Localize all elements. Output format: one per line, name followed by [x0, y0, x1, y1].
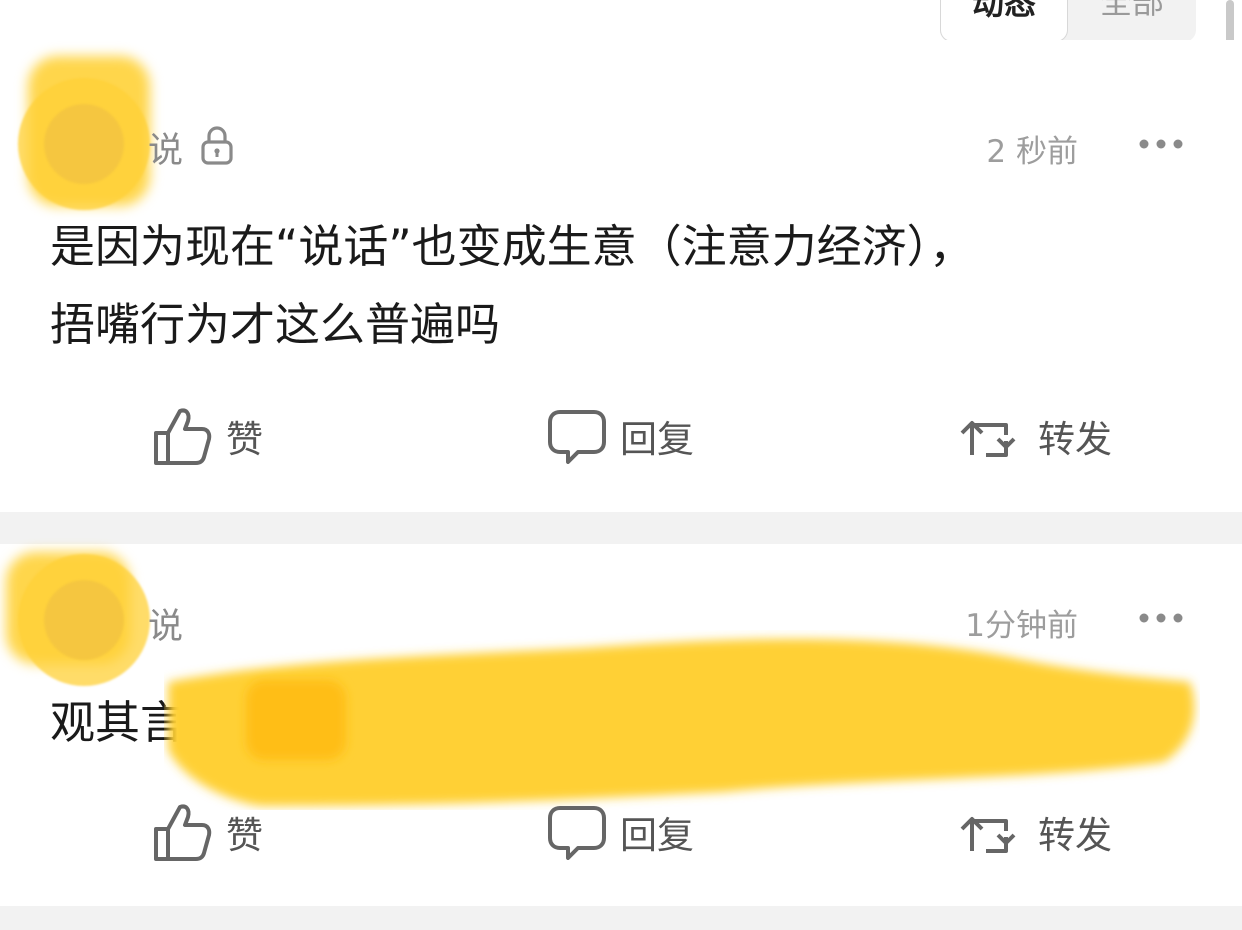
post-divider: [0, 512, 1242, 544]
post-content-obscured: 观其行和求同存异都化成历史灰烬了吗: [185, 696, 951, 749]
more-options-icon[interactable]: [1138, 611, 1184, 625]
post-content-visible: 观其言: [50, 696, 186, 749]
thumbs-up-icon: [154, 408, 212, 465]
post-divider: [0, 906, 1242, 930]
post-content-line: 是因为现在“说话”也变成生意（注意力经济），: [50, 220, 975, 273]
more-options-icon[interactable]: [1138, 137, 1184, 151]
repost-button[interactable]: 转发: [956, 792, 1112, 872]
post-content: 观其言观其行和求同存异都化成历史灰烬了吗: [50, 684, 1200, 762]
like-button[interactable]: 赞: [152, 396, 263, 476]
post-actions: 赞 回复 转发: [0, 396, 1242, 476]
repost-button[interactable]: 转发: [956, 396, 1112, 476]
repost-label: 转发: [1038, 418, 1112, 461]
post-content: 是因为现在“说话”也变成生意（注意力经济）， 捂嘴行为才这么普遍吗: [50, 208, 1200, 364]
comment-icon: [548, 806, 606, 860]
feed-filter-toggle: 动态 全部: [940, 0, 1196, 42]
comment-icon: [548, 410, 606, 464]
tab-all[interactable]: 全部: [1068, 0, 1196, 40]
thumbs-up-icon: [154, 804, 212, 861]
tab-dynamic[interactable]: 动态: [940, 0, 1068, 42]
username[interactable]: 说: [148, 122, 183, 173]
post-timestamp: 2 秒前: [986, 134, 1078, 170]
post-card[interactable]: 说 2 秒前 是因为现在“说话”也变成生意（注意力经济）， 捂嘴行为才这么普遍吗…: [0, 40, 1242, 512]
reply-button[interactable]: 回复: [548, 792, 694, 872]
avatar[interactable]: [44, 104, 124, 184]
repost-icon: [960, 421, 1016, 457]
reply-button[interactable]: 回复: [548, 396, 694, 476]
post-timestamp: 1分钟前: [965, 608, 1078, 644]
reply-label: 回复: [620, 418, 694, 461]
lock-icon: [201, 126, 233, 165]
repost-label: 转发: [1038, 814, 1112, 857]
post-card[interactable]: 说 1分钟前 观其言观其行和求同存异都化成历史灰烬了吗 赞 回复 转发: [0, 544, 1242, 906]
reply-label: 回复: [620, 814, 694, 857]
username[interactable]: 说: [148, 598, 183, 649]
repost-icon: [960, 817, 1016, 853]
like-button[interactable]: 赞: [152, 792, 263, 872]
post-actions: 赞 回复 转发: [0, 792, 1242, 872]
avatar[interactable]: [44, 580, 124, 660]
feed-page: 动态 全部 说 2 秒前 是因为现在“说话”也变成生意（注意力经济）， 捂嘴行为…: [0, 0, 1242, 930]
post-content-line: 捂嘴行为才这么普遍吗: [50, 298, 501, 351]
like-label: 赞: [226, 418, 263, 461]
like-label: 赞: [226, 814, 263, 857]
